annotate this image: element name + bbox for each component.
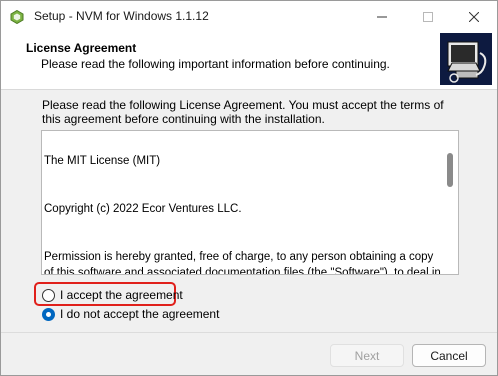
next-button[interactable]: Next bbox=[330, 344, 404, 367]
license-content: The MIT License (MIT) Copyright (c) 2022… bbox=[44, 137, 444, 275]
minimize-button[interactable] bbox=[359, 1, 405, 32]
accept-radio[interactable] bbox=[42, 288, 55, 302]
instructions-text: Please read the following License Agreem… bbox=[42, 98, 444, 126]
close-button[interactable] bbox=[451, 1, 497, 32]
accept-agreement-option[interactable]: I accept the agreement bbox=[42, 288, 183, 302]
footer-divider bbox=[1, 332, 497, 333]
license-copyright: Copyright (c) 2022 Ecor Ventures LLC. bbox=[44, 203, 242, 215]
accept-label: I accept the agreement bbox=[60, 288, 183, 302]
setup-window: Setup - NVM for Windows 1.1.12 License A… bbox=[0, 0, 498, 376]
cancel-button[interactable]: Cancel bbox=[412, 344, 486, 367]
nvm-app-icon bbox=[10, 10, 24, 24]
decline-radio[interactable] bbox=[42, 307, 55, 321]
license-body: Permission is hereby granted, free of ch… bbox=[44, 251, 441, 275]
window-title: Setup - NVM for Windows 1.1.12 bbox=[34, 9, 209, 23]
close-icon bbox=[469, 11, 479, 22]
maximize-icon bbox=[423, 11, 433, 22]
minimize-icon bbox=[377, 16, 387, 17]
license-scrollbar[interactable] bbox=[444, 131, 458, 274]
page-subtitle: Please read the following important info… bbox=[41, 57, 390, 71]
title-bar[interactable]: Setup - NVM for Windows 1.1.12 bbox=[1, 1, 497, 32]
license-title: The MIT License (MIT) bbox=[44, 155, 161, 167]
license-text-area[interactable]: The MIT License (MIT) Copyright (c) 2022… bbox=[41, 130, 459, 275]
decline-agreement-option[interactable]: I do not accept the agreement bbox=[42, 307, 219, 321]
installer-computer-icon bbox=[440, 33, 492, 85]
page-title: License Agreement bbox=[26, 41, 137, 55]
scrollbar-thumb[interactable] bbox=[447, 153, 453, 187]
maximize-button[interactable] bbox=[405, 1, 451, 32]
wizard-header: License Agreement Please read the follow… bbox=[1, 32, 497, 90]
decline-label: I do not accept the agreement bbox=[60, 307, 220, 321]
